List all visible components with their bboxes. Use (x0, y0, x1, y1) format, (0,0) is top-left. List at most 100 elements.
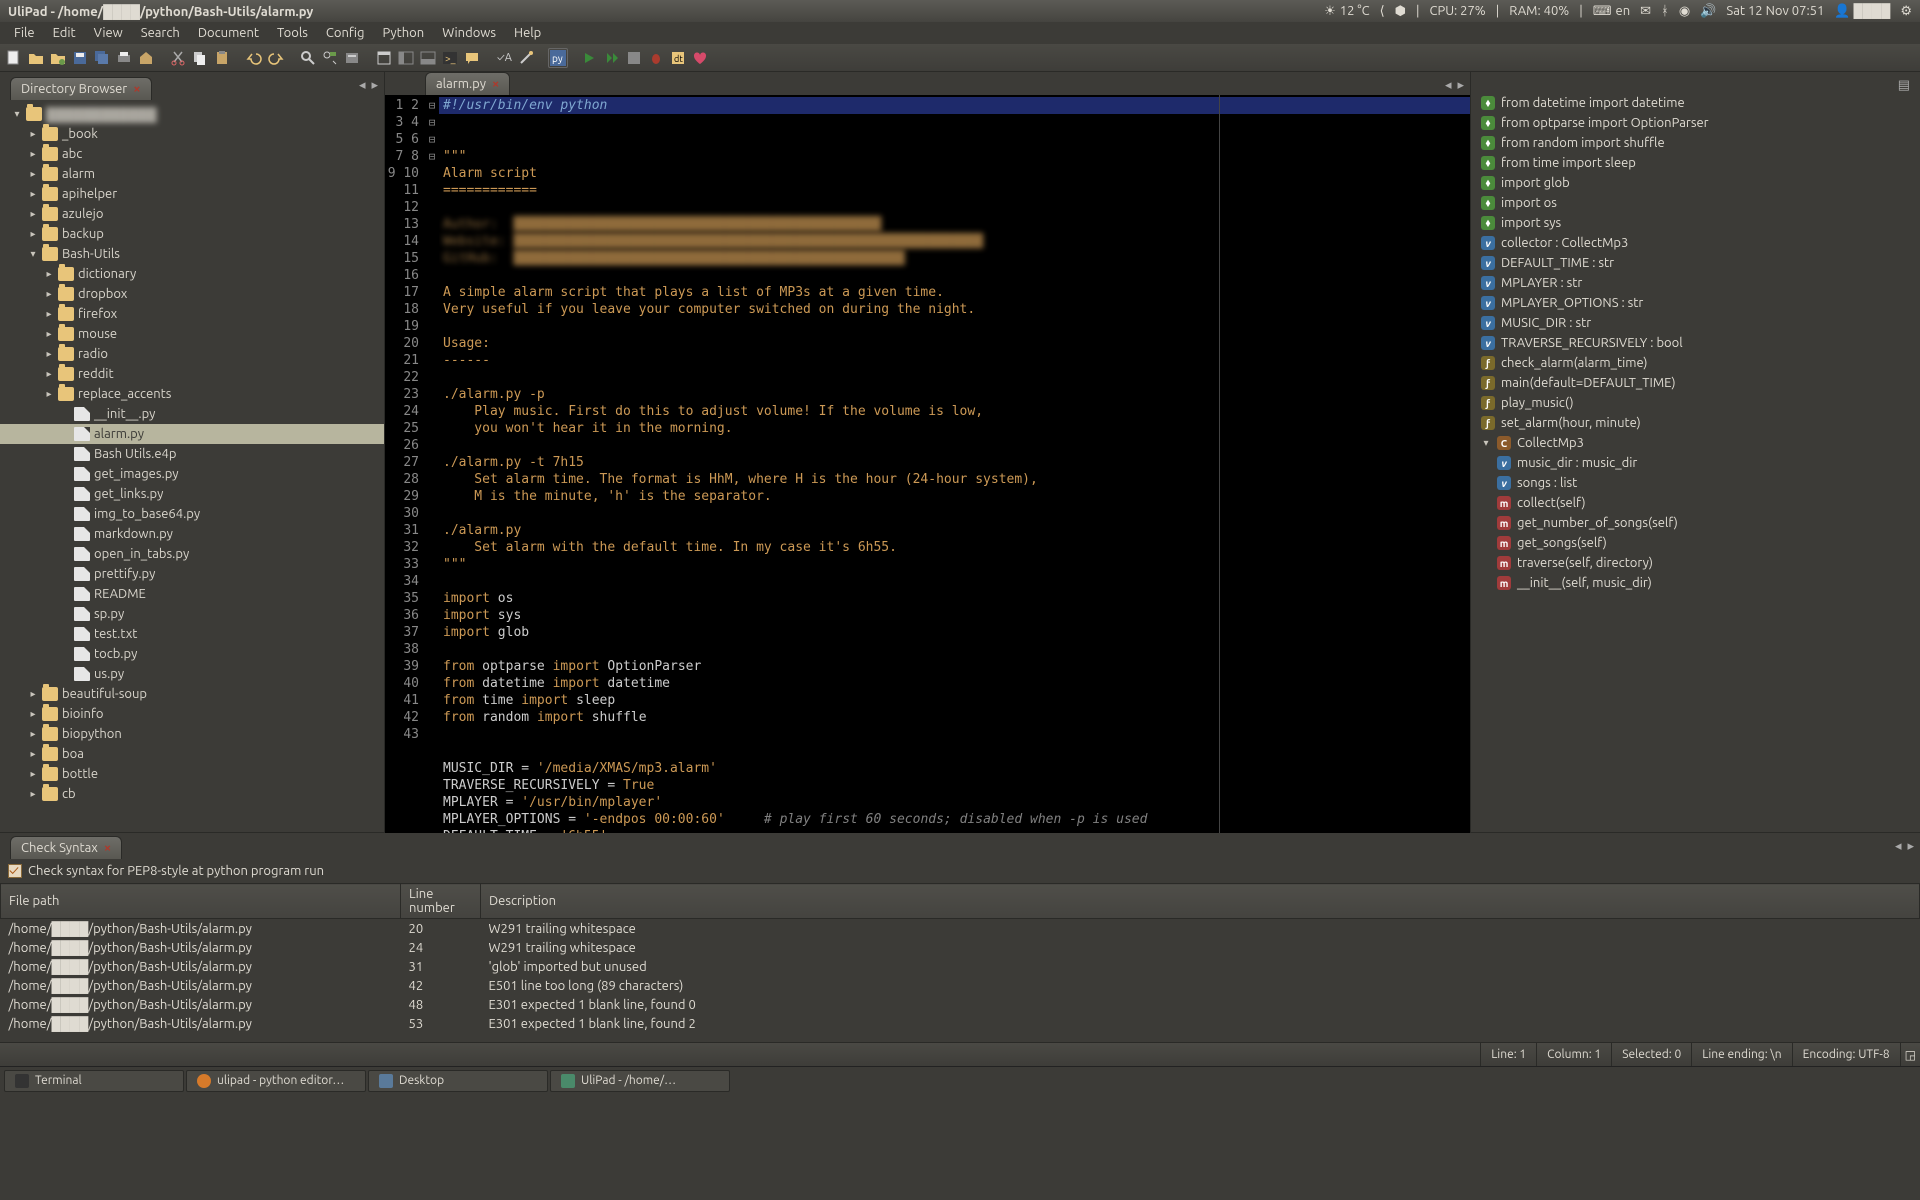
outline-item[interactable]: ƒset_alarm(hour, minute) (1475, 413, 1916, 433)
tree-folder[interactable]: ▸replace_accents (0, 384, 384, 404)
syntax-row[interactable]: /home/████/python/Bash-Utils/alarm.py42E… (1, 976, 1920, 995)
run-icon[interactable] (580, 48, 600, 68)
outline-item[interactable]: vDEFAULT_TIME : str (1475, 253, 1916, 273)
tree-file[interactable]: __init__.py (0, 404, 384, 424)
open-recent-icon[interactable] (48, 48, 68, 68)
close-icon[interactable]: × (133, 82, 140, 96)
tree-file[interactable]: tocb.py (0, 644, 384, 664)
tree-folder[interactable]: ▸dictionary (0, 264, 384, 284)
tree-folder[interactable]: ▸bioinfo (0, 704, 384, 724)
col-line[interactable]: Line number (401, 884, 481, 919)
tree-folder[interactable]: ▸_book (0, 124, 384, 144)
menu-help[interactable]: Help (506, 24, 549, 42)
tree-folder[interactable]: ▾Bash-Utils (0, 244, 384, 264)
directory-tree[interactable]: ▾████████████▸_book▸abc▸alarm▸apihelper▸… (0, 100, 384, 832)
status-grip-icon[interactable]: ◲ (1900, 1043, 1920, 1066)
outline-panel[interactable]: ▤ ⬧from datetime import datetime⬧from op… (1470, 72, 1920, 832)
toggle-shell-icon[interactable]: >_ (440, 48, 460, 68)
tree-file[interactable]: README (0, 584, 384, 604)
volume-icon[interactable]: 🔊 (1700, 4, 1716, 19)
syntax-row[interactable]: /home/████/python/Bash-Utils/alarm.py31'… (1, 957, 1920, 976)
pep8-checkbox[interactable] (8, 864, 22, 878)
tree-file[interactable]: markdown.py (0, 524, 384, 544)
outline-item[interactable]: vMPLAYER_OPTIONS : str (1475, 293, 1916, 313)
redo-icon[interactable] (266, 48, 286, 68)
syntax-row[interactable]: /home/████/python/Bash-Utils/alarm.py53E… (1, 1014, 1920, 1033)
paste-icon[interactable] (212, 48, 232, 68)
indicator-icon[interactable]: ⟨ (1380, 4, 1385, 19)
menu-windows[interactable]: Windows (434, 24, 504, 42)
home-icon[interactable] (136, 48, 156, 68)
outline-item[interactable]: vMUSIC_DIR : str (1475, 313, 1916, 333)
open-file-icon[interactable] (26, 48, 46, 68)
user-menu-icon[interactable]: 👤 ████ (1834, 3, 1890, 19)
outline-item[interactable]: vTRAVERSE_RECURSIVELY : bool (1475, 333, 1916, 353)
tab-check-syntax[interactable]: Check Syntax × (10, 836, 122, 859)
tree-folder[interactable]: ▸backup (0, 224, 384, 244)
outline-item[interactable]: mget_songs(self) (1475, 533, 1916, 553)
outline-item[interactable]: ƒcheck_alarm(alarm_time) (1475, 353, 1916, 373)
outline-menu-icon[interactable]: ▤ (1475, 78, 1916, 93)
tab-alarm-py[interactable]: alarm.py × (425, 72, 510, 95)
outline-item[interactable]: ⬧from optparse import OptionParser (1475, 113, 1916, 133)
tree-folder[interactable]: ▸abc (0, 144, 384, 164)
toggle-bottom-panel-icon[interactable] (418, 48, 438, 68)
new-file-icon[interactable] (4, 48, 24, 68)
menu-config[interactable]: Config (318, 24, 373, 42)
outline-item[interactable]: vMPLAYER : str (1475, 273, 1916, 293)
outline-item[interactable]: ⬧import sys (1475, 213, 1916, 233)
task-terminal[interactable]: Terminal (4, 1070, 184, 1092)
syntax-row[interactable]: /home/████/python/Bash-Utils/alarm.py24W… (1, 938, 1920, 957)
tree-folder[interactable]: ▸boa (0, 744, 384, 764)
outline-item[interactable]: ƒplay_music() (1475, 393, 1916, 413)
tab-prev-icon[interactable]: ◂ (1445, 78, 1452, 93)
tree-file[interactable]: alarm.py (0, 424, 384, 444)
dropbox-icon[interactable]: ⬢ (1395, 4, 1406, 19)
tab-directory-browser[interactable]: Directory Browser × (10, 77, 152, 100)
outline-item[interactable]: mtraverse(self, directory) (1475, 553, 1916, 573)
outline-item[interactable]: ⬧from time import sleep (1475, 153, 1916, 173)
spell-check-icon[interactable]: ✓A (494, 48, 514, 68)
col-filepath[interactable]: File path (1, 884, 401, 919)
task-ulipad[interactable]: ulipad - python editor… (186, 1070, 366, 1092)
outline-item[interactable]: ⬧from datetime import datetime (1475, 93, 1916, 113)
close-icon[interactable]: × (104, 841, 111, 855)
outline-item[interactable]: mget_number_of_songs(self) (1475, 513, 1916, 533)
tree-folder[interactable]: ▸azulejo (0, 204, 384, 224)
outline-item[interactable]: ⬧import os (1475, 193, 1916, 213)
tab-next-icon[interactable]: ▸ (1457, 78, 1464, 93)
tree-folder[interactable]: ▸biopython (0, 724, 384, 744)
wifi-icon[interactable]: ◉ (1679, 4, 1690, 19)
task-ulipad-window[interactable]: UliPad - /home/… (550, 1070, 730, 1092)
tree-file[interactable]: open_in_tabs.py (0, 544, 384, 564)
menu-tools[interactable]: Tools (269, 24, 316, 42)
outline-class[interactable]: ▾CCollectMp3 (1475, 433, 1916, 453)
tree-file[interactable]: get_links.py (0, 484, 384, 504)
tree-file[interactable]: prettify.py (0, 564, 384, 584)
menu-view[interactable]: View (86, 24, 131, 42)
tab-next-icon[interactable]: ▸ (1907, 839, 1914, 854)
mail-icon[interactable]: ✉ (1640, 4, 1651, 19)
syntax-row[interactable]: /home/████/python/Bash-Utils/alarm.py20W… (1, 919, 1920, 939)
outline-item[interactable]: vsongs : list (1475, 473, 1916, 493)
run-debug-icon[interactable] (602, 48, 622, 68)
close-icon[interactable]: × (492, 77, 499, 91)
undo-icon[interactable] (244, 48, 264, 68)
tree-file[interactable]: test.txt (0, 624, 384, 644)
bluetooth-icon[interactable]: ᚼ (1661, 4, 1669, 18)
tree-folder[interactable]: ▸alarm (0, 164, 384, 184)
cpu-indicator[interactable]: CPU: 27% (1430, 4, 1486, 18)
tab-next-icon[interactable]: ▸ (371, 78, 378, 93)
task-desktop[interactable]: Desktop (368, 1070, 548, 1092)
find-icon[interactable] (298, 48, 318, 68)
tree-folder[interactable]: ▸radio (0, 344, 384, 364)
tree-folder[interactable]: ▸dropbox (0, 284, 384, 304)
tree-folder[interactable]: ▸cb (0, 784, 384, 804)
tree-file[interactable]: sp.py (0, 604, 384, 624)
tree-folder[interactable]: ▸firefox (0, 304, 384, 324)
menu-search[interactable]: Search (133, 24, 188, 42)
python-shell-icon[interactable]: py (548, 48, 568, 68)
save-all-icon[interactable] (92, 48, 112, 68)
outline-item[interactable]: ⬧from random import shuffle (1475, 133, 1916, 153)
toggle-left-panel-icon[interactable] (396, 48, 416, 68)
